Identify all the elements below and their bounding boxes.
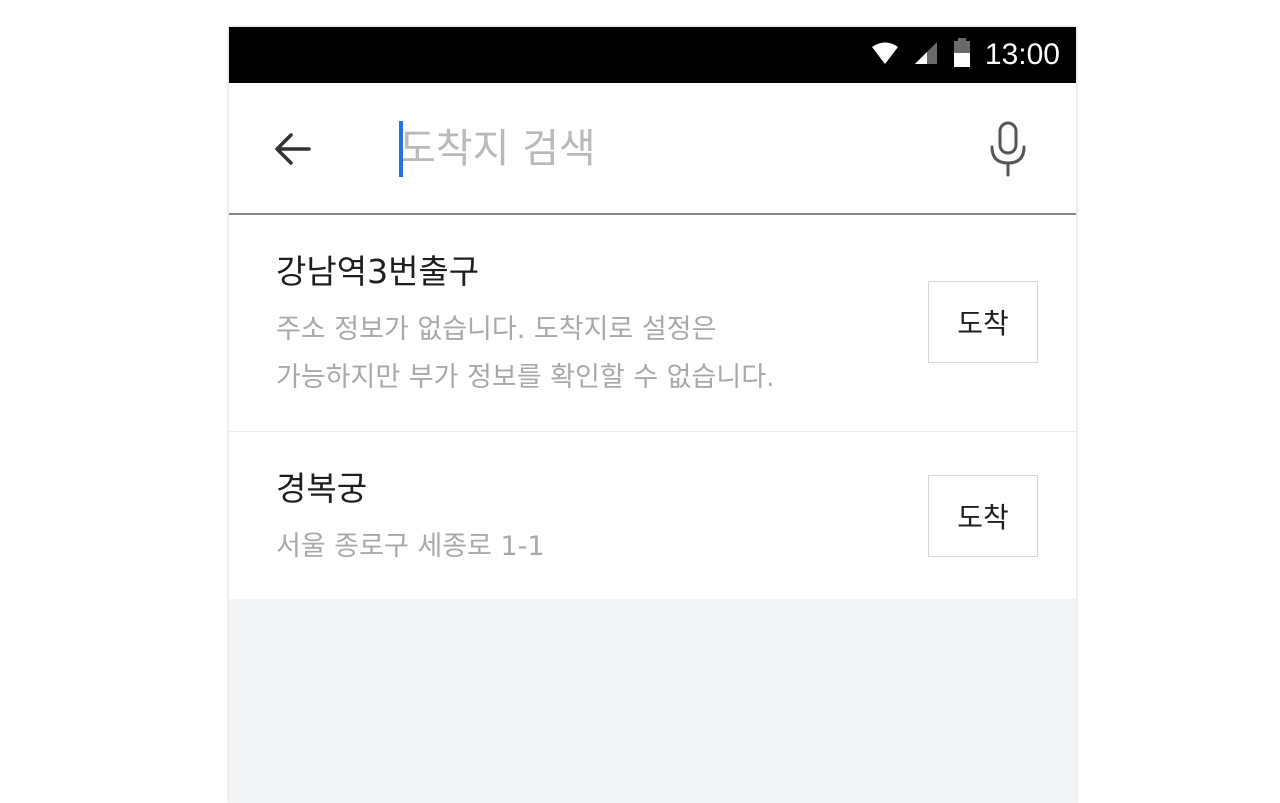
list-item[interactable]: 강남역3번출구 주소 정보가 없습니다. 도착지로 설정은 가능하지만 부가 정… bbox=[229, 215, 1076, 432]
result-description-line-1: 주소 정보가 없습니다. 도착지로 설정은 bbox=[276, 314, 717, 345]
wifi-icon bbox=[871, 41, 899, 69]
result-title: 강남역3번출구 bbox=[276, 252, 480, 291]
result-title: 경복궁 bbox=[276, 469, 368, 508]
arrive-button[interactable]: 도착 bbox=[928, 475, 1038, 557]
back-button[interactable] bbox=[269, 125, 317, 173]
voice-search-button[interactable] bbox=[980, 119, 1036, 179]
list-item[interactable]: 경복궁 서울 종로구 세종로 1-1 도착 bbox=[229, 432, 1076, 599]
search-results-list: 강남역3번출구 주소 정보가 없습니다. 도착지로 설정은 가능하지만 부가 정… bbox=[229, 215, 1076, 599]
phone-screen: 13:00 강남역3번출구 주소 정보가 없습니다. 도착지로 설정은 가능하지… bbox=[229, 27, 1076, 803]
battery-icon bbox=[953, 38, 971, 72]
text-cursor bbox=[399, 121, 403, 177]
cellular-signal-icon bbox=[913, 40, 939, 70]
search-input[interactable] bbox=[399, 119, 959, 179]
arrive-button[interactable]: 도착 bbox=[928, 281, 1038, 363]
status-time: 13:00 bbox=[984, 38, 1060, 71]
status-bar: 13:00 bbox=[229, 27, 1076, 83]
search-input-wrap bbox=[399, 119, 959, 179]
result-address: 서울 종로구 세종로 1-1 bbox=[276, 531, 545, 562]
back-arrow-icon bbox=[275, 133, 311, 165]
search-bar bbox=[229, 83, 1076, 215]
result-description-line-2: 가능하지만 부가 정보를 확인할 수 없습니다. bbox=[276, 362, 775, 393]
status-icons: 13:00 bbox=[871, 27, 1060, 83]
microphone-icon bbox=[990, 121, 1026, 177]
